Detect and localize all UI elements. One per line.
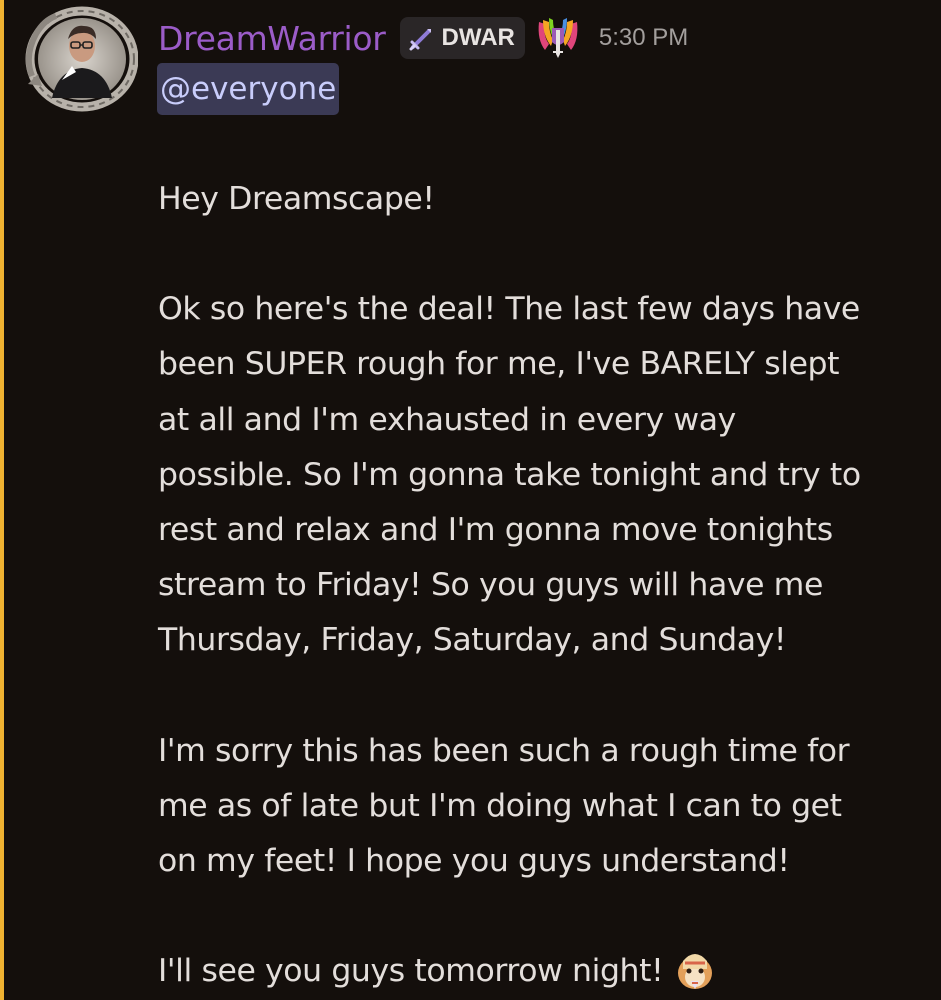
message-line-text: I'm sorry this has been such a rough tim… <box>158 732 850 769</box>
message-line: rest and relax and I'm gonna move tonigh… <box>158 503 928 558</box>
hamster-emoji[interactable] <box>673 945 717 991</box>
timestamp[interactable]: 5:30 PM <box>599 24 688 52</box>
message-line: Hey Dreamscape! <box>158 172 928 227</box>
message-line: I'm sorry this has been such a rough tim… <box>158 724 928 779</box>
message-line-text: at all and I'm exhausted in every way <box>158 401 736 438</box>
message-line: Thursday, Friday, Saturday, and Sunday! <box>158 613 928 668</box>
message-line-text: possible. So I'm gonna take tonight and … <box>158 456 861 493</box>
server-tag[interactable]: DWAR <box>399 17 525 59</box>
message-line-text: on my feet! I hope you guys understand! <box>158 843 790 880</box>
everyone-mention[interactable]: @everyone <box>157 63 340 115</box>
message-line: I'll see you guys tomorrow night! <box>158 944 928 999</box>
message-header: DreamWarrior DWAR 5:30 PM <box>158 14 688 62</box>
message-line: at all and I'm exhausted in every way <box>158 393 928 448</box>
server-tag-text: DWAR <box>441 24 515 51</box>
message-body: Hey Dreamscape! Ok so here's the deal! Th… <box>158 172 928 999</box>
message-container: DreamWarrior DWAR 5:30 PM @everyone Hey … <box>0 0 941 1000</box>
message-line: stream to Friday! So you guys will have … <box>158 558 928 613</box>
rainbow-warrior-icon[interactable] <box>535 14 581 62</box>
message-line-text: Thursday, Friday, Saturday, and Sunday! <box>158 622 787 659</box>
message-line-text: Hey Dreamscape! <box>158 181 435 217</box>
sword-icon <box>409 29 431 51</box>
avatar[interactable] <box>22 6 138 112</box>
message-line: Ok so here's the deal! The last few days… <box>158 282 928 337</box>
message-line-text: been SUPER rough for me, I've BARELY sle… <box>158 346 840 383</box>
username[interactable]: DreamWarrior <box>158 19 386 58</box>
message-line: on my feet! I hope you guys understand! <box>158 834 928 889</box>
message-line: me as of late but I'm doing what I can t… <box>158 779 928 834</box>
message-line: possible. So I'm gonna take tonight and … <box>158 448 928 503</box>
message-line-text: me as of late but I'm doing what I can t… <box>158 787 842 824</box>
message-line-text: I'll see you guys tomorrow night! <box>158 953 664 990</box>
message-line-text: rest and relax and I'm gonna move tonigh… <box>158 512 833 549</box>
message-line-text: Ok so here's the deal! The last few days… <box>158 291 860 328</box>
message-line: been SUPER rough for me, I've BARELY sle… <box>158 337 928 392</box>
message-line-text: stream to Friday! So you guys will have … <box>158 567 823 604</box>
mention-highlight-bar <box>0 0 4 1000</box>
